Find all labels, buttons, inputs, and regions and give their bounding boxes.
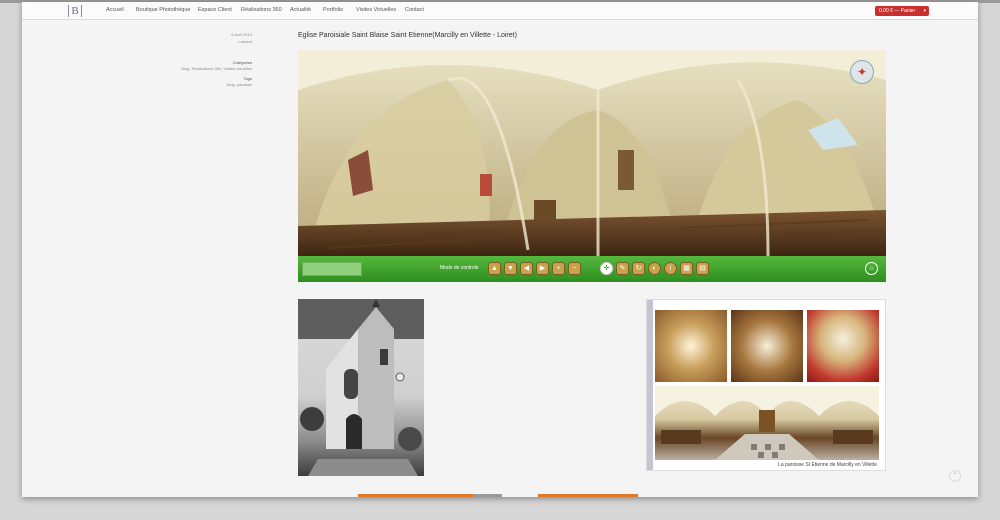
nav-item-boutique[interactable]: Boutique Photothèque — [136, 7, 190, 13]
map-icon[interactable]: ▦ — [680, 262, 693, 275]
nav-item-accueil[interactable]: Accueil — [106, 7, 124, 13]
categories-heading: Catégories — [232, 60, 252, 65]
zoom-in-icon[interactable]: + — [552, 262, 565, 275]
viewer-search-input[interactable] — [302, 262, 362, 276]
compass-mode-icon[interactable]: ✛ — [600, 262, 613, 275]
collage-scrollbar[interactable] — [647, 300, 653, 470]
nav-item-espace-client[interactable]: Espace Client — [198, 7, 232, 13]
vault-tile — [807, 310, 879, 382]
chevron-down-icon: ▾ — [923, 8, 926, 14]
move-up-icon[interactable]: ▲ — [488, 262, 501, 275]
collage-caption: La paroisse St Etienne de Marcilly en Vi… — [778, 462, 877, 468]
church-facade-drawing — [298, 299, 424, 476]
edit-icon[interactable]: ✎ — [616, 262, 629, 275]
move-down-icon[interactable]: ▼ — [504, 262, 517, 275]
tags-heading: Tags — [243, 76, 252, 81]
nav-item-actualite[interactable]: Actualité — [290, 7, 311, 13]
footer-orange-bar-right — [538, 494, 638, 497]
move-left-icon[interactable]: ◀ — [520, 262, 533, 275]
panorama-collage[interactable]: La paroisse St Etienne de Marcilly en Vi… — [646, 299, 886, 471]
viewer-control-bar: Mode de controle ▲ ▼ ◀ ▶ + − ✛ ✎ ↻ ◐ i ▦… — [298, 256, 886, 282]
post-tags[interactable]: blog, paroisse — [227, 82, 252, 87]
browser-window: B Accueil Boutique Photothèque Espace Cl… — [22, 2, 978, 497]
nave-panorama-tile — [655, 386, 879, 460]
panorama-viewer[interactable]: ✦ Mode de controle ▲ ▼ ◀ ▶ + − ✛ ✎ ↻ ◐ i… — [298, 50, 886, 282]
nav-item-visites[interactable]: Visites Virtuelles — [356, 7, 396, 13]
nav-item-contact[interactable]: Contact — [405, 7, 424, 13]
footer-image-strip — [474, 494, 502, 497]
site-logo[interactable]: B — [68, 5, 82, 17]
thumbnails-icon[interactable]: ▤ — [696, 262, 709, 275]
fisheye-tile — [731, 310, 803, 382]
site-navbar: B Accueil Boutique Photothèque Espace Cl… — [22, 2, 978, 20]
info-icon[interactable]: i — [664, 262, 677, 275]
post-date: 6 avril 2014 — [231, 32, 252, 37]
church-interior-panorama — [298, 50, 886, 257]
move-right-icon[interactable]: ▶ — [536, 262, 549, 275]
fullscreen-icon[interactable]: ◐ — [648, 262, 661, 275]
cart-button[interactable]: 0,00 € — Panier ▾ — [875, 6, 929, 16]
post-categories[interactable]: Blog, Réalisations 360, Visites virtuell… — [181, 66, 252, 71]
scroll-to-top-icon[interactable]: ⌃ — [949, 470, 961, 482]
control-mode-label: Mode de controle — [440, 265, 479, 271]
compass-icon[interactable]: ✦ — [850, 60, 874, 84]
post-author[interactable]: Laurent — [238, 39, 252, 44]
refresh-icon[interactable]: ↻ — [632, 262, 645, 275]
tiny-planet-tile — [655, 310, 727, 382]
nave-drawing — [655, 386, 879, 460]
home-icon[interactable]: ⌂ — [865, 262, 878, 275]
cart-label: 0,00 € — Panier — [879, 8, 916, 14]
nav-item-portfolio[interactable]: Portfolio — [323, 7, 343, 13]
nav-item-realisations[interactable]: Réalisations 360 — [241, 7, 282, 13]
post-title: Eglise Paroisiale Saint Blaise Saint Eti… — [298, 32, 517, 39]
church-exterior-photo[interactable] — [298, 299, 424, 476]
footer-orange-bar-left — [358, 494, 474, 497]
zoom-out-icon[interactable]: − — [568, 262, 581, 275]
